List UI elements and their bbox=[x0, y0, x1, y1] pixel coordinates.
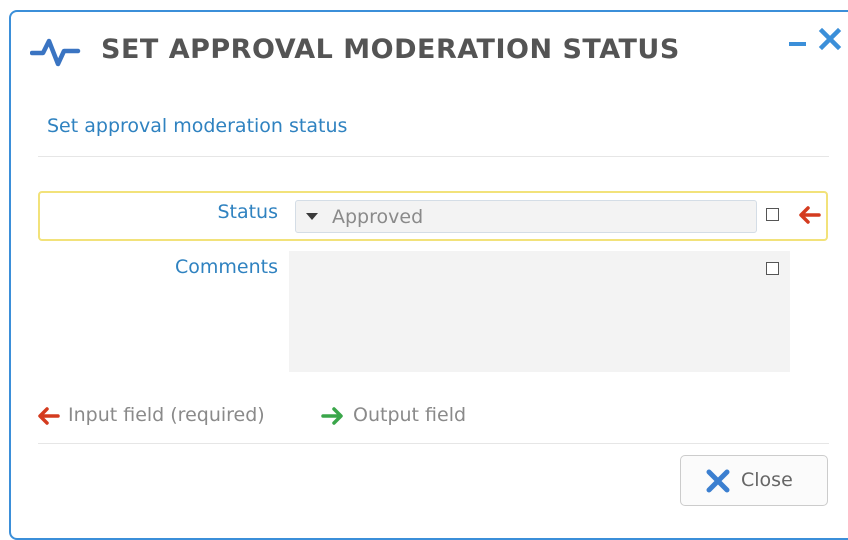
comments-checkbox[interactable] bbox=[766, 262, 779, 275]
caret-down-icon bbox=[306, 213, 318, 220]
comments-textarea[interactable] bbox=[289, 251, 790, 372]
dialog-subtitle: Set approval moderation status bbox=[47, 115, 348, 137]
input-arrow-icon bbox=[38, 407, 60, 425]
required-input-arrow-icon bbox=[799, 206, 821, 224]
status-checkbox[interactable] bbox=[766, 208, 779, 221]
status-select-value: Approved bbox=[332, 206, 424, 228]
status-select[interactable]: Approved bbox=[295, 200, 757, 233]
comments-label: Comments bbox=[175, 256, 278, 278]
divider bbox=[38, 156, 829, 157]
legend-input-label: Input field (required) bbox=[68, 404, 265, 426]
output-arrow-icon bbox=[321, 407, 343, 425]
pulse-icon bbox=[30, 38, 81, 67]
dialog-title: SET APPROVAL MODERATION STATUS bbox=[101, 34, 680, 65]
close-button-label: Close bbox=[741, 469, 793, 491]
close-icon bbox=[706, 469, 730, 493]
footer-divider bbox=[38, 443, 829, 444]
close-x-icon[interactable] bbox=[818, 27, 842, 51]
minimize-icon[interactable] bbox=[788, 27, 808, 51]
legend-output-label: Output field bbox=[353, 404, 467, 426]
status-label: Status bbox=[217, 201, 278, 223]
close-button[interactable]: Close bbox=[680, 455, 828, 506]
